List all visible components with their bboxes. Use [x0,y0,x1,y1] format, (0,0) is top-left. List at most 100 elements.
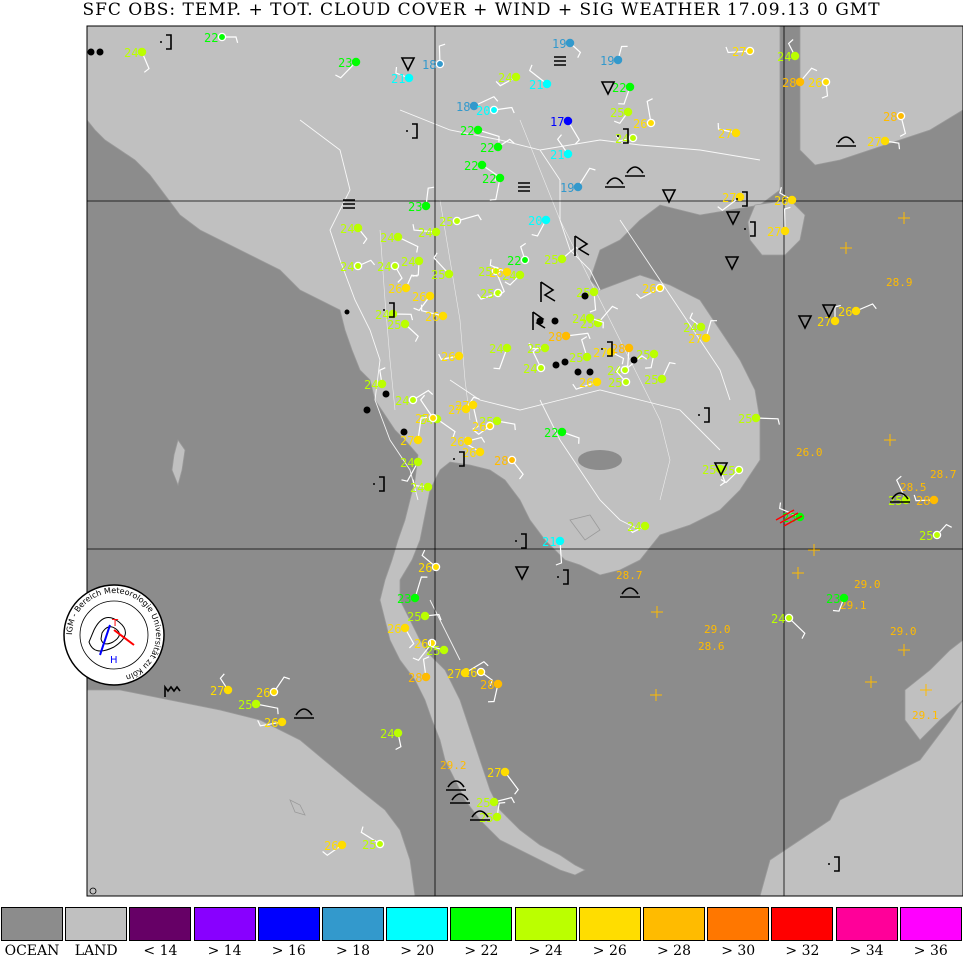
cloud-cover-dot [438,311,448,321]
station-temperature: 26 [450,435,464,449]
station-temperature: 20 [476,104,490,118]
station-temperature: 28 [548,330,562,344]
station-temperature: 25 [480,287,494,301]
university-logo: T H IGM - Bereich Meteorologie Universit… [63,584,165,686]
legend-swatch [771,907,834,941]
cloud-cover-dot [475,447,485,457]
station-temperature: 22 [482,172,496,186]
station-temperature: 23 [408,200,422,214]
station-temperature: 27 [722,191,736,205]
cloud-cover-dot [485,421,495,431]
cloud-cover-dot [536,363,546,373]
cloud-cover-dot [390,261,400,271]
cloud-cover-dot [540,343,550,353]
station-temperature: 24 [124,46,138,60]
station-temperature: 27 [593,346,607,360]
station-temperature: 25 [238,698,252,712]
legend-swatch [322,907,384,941]
station-temperature: 27 [487,766,501,780]
station-temperature: 19 [600,54,614,68]
cloud-cover-dot [400,319,410,329]
cloud-cover-dot [251,699,261,709]
cloud-cover-dot [408,395,418,405]
cloud-cover-dot [623,107,633,117]
cloud-cover-dot [473,125,483,135]
station-temperature: 17 [550,115,564,129]
station-temperature: 24 [777,50,791,64]
station-temperature: 23 [397,592,411,606]
legend-label: > 22 [464,943,499,959]
legend-label: > 18 [336,943,370,959]
legend-label: > 34 [849,943,884,959]
station-temperature: 27 [447,667,461,681]
cloud-cover-dot [444,269,454,279]
legend-swatch [1,907,63,941]
cloud-cover-dot [400,623,410,633]
cloud-cover-dot [507,455,517,465]
station-temperature: 21 [529,78,543,92]
cloud-cover-dot [454,351,464,361]
cloud-cover-dot [573,182,583,192]
sst-value: 29.2 [440,759,467,772]
cloud-cover-dot [880,136,890,146]
cloud-cover-dot [493,142,503,152]
legend-swatch [65,907,128,941]
station-temperature: 25 [362,838,376,852]
cloud-cover-dot [502,267,512,277]
sst-value: 26.0 [796,446,823,459]
sst-value: 28.6 [698,640,725,653]
cloud-cover-dot [489,797,499,807]
cloud-cover-dot [555,536,565,546]
sst-value: 29.1 [912,709,939,722]
station-temperature: 24 [418,226,432,240]
legend-swatch [257,907,320,941]
station-temperature: 22 [507,254,521,268]
cloud-cover-dot [784,613,794,623]
station-temperature: 26 [412,290,426,304]
cloud-cover-dot [655,283,665,293]
station-temperature: 27 [718,127,732,141]
cloud-cover-dot [851,306,861,316]
legend-label: > 16 [271,943,306,959]
cloud-cover-dot [613,55,623,65]
cloud-cover-dot [223,685,233,695]
legend-label: LAND [74,943,118,959]
cloud-cover-dot [425,291,435,301]
cloud-cover-dot [932,530,942,540]
cloud-cover-dot [621,377,631,387]
cloud-cover-dot [401,283,411,293]
legend-label: OCEAN [4,943,60,959]
cloud-cover-dot [646,118,656,128]
cloud-cover-dot [787,195,797,205]
station-temperature: 24 [380,231,394,245]
cloud-cover-dot [493,679,503,689]
station-temperature: 21 [391,72,405,86]
station-temperature: 24 [572,312,586,326]
station-temperature: 19 [552,37,566,51]
station-temperature: 26 [441,350,455,364]
station-temperature: 25 [610,106,624,120]
station-temperature: 22 [460,124,474,138]
station-temperature: 24 [380,727,394,741]
legend-swatch [129,907,192,941]
station-temperature: 25 [479,811,493,825]
station-temperature: 28 [611,342,625,356]
cloud-cover-dot [452,216,462,226]
legend-label: > 14 [207,943,242,959]
cloud-cover-dot [428,413,438,423]
cloud-cover-dot [489,105,499,115]
station-temperature: 26 [633,117,647,131]
legend-label: > 30 [721,943,756,959]
cloud-cover-dot [431,562,441,572]
cloud-cover-dot [413,435,423,445]
station-temperature: 21 [542,535,556,549]
legend-swatch [193,907,256,941]
cloud-cover-dot [414,256,424,266]
sst-value: 28.7 [616,569,643,582]
cloud-cover-dot [563,116,573,126]
legend-swatch [514,907,577,941]
cloud-cover-dot [217,32,227,42]
legend-swatch [450,907,513,941]
station-temperature: 28 [782,76,796,90]
station-temperature: 26 [264,716,278,730]
